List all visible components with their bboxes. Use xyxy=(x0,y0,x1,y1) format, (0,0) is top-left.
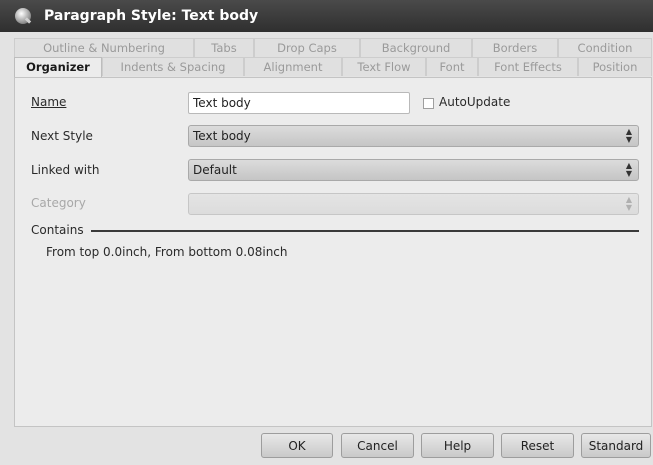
linked-with-dropdown[interactable]: Default ▲ ▼ xyxy=(188,159,639,181)
app-icon xyxy=(15,8,31,24)
tab-text-flow[interactable]: Text Flow xyxy=(342,57,426,76)
contains-text: From top 0.0inch, From bottom 0.08inch xyxy=(46,245,288,259)
contains-separator xyxy=(91,230,639,232)
tab-organizer[interactable]: Organizer xyxy=(14,57,102,78)
tab-indents-spacing[interactable]: Indents & Spacing xyxy=(102,57,244,76)
ok-button[interactable]: OK xyxy=(261,433,333,458)
cancel-button[interactable]: Cancel xyxy=(341,433,414,458)
autoupdate-checkbox[interactable] xyxy=(423,98,434,109)
organizer-panel: Name AutoUpdate Next Style Text body ▲▼ … xyxy=(14,77,652,427)
reset-button[interactable]: Reset xyxy=(501,433,574,458)
updown-arrows-icon: ▲ ▼ xyxy=(625,127,632,144)
paragraph-style-dialog: Paragraph Style: Text body Outline & Num… xyxy=(0,0,653,465)
tab-tabs[interactable]: Tabs xyxy=(194,38,254,57)
tab-background[interactable]: Background xyxy=(360,38,472,57)
updown-arrows-icon: ▲ ▼ xyxy=(625,195,632,212)
next-style-value: Text body xyxy=(193,129,251,143)
help-button[interactable]: Help xyxy=(421,433,494,458)
tab-outline-numbering[interactable]: Outline & Numbering xyxy=(14,38,194,57)
tab-borders[interactable]: Borders xyxy=(472,38,558,57)
tab-position[interactable]: Position xyxy=(578,57,652,76)
category-dropdown[interactable]: ▲ ▼ xyxy=(188,193,639,215)
linked-with-value: Default xyxy=(193,163,237,177)
tab-font-effects[interactable]: Font Effects xyxy=(478,57,578,76)
title-bar: Paragraph Style: Text body xyxy=(0,0,653,32)
category-label: Category xyxy=(31,196,86,210)
tab-drop-caps[interactable]: Drop Caps xyxy=(254,38,360,57)
autoupdate-label: AutoUpdate xyxy=(439,95,511,109)
contains-label: Contains xyxy=(31,223,84,237)
tab-alignment[interactable]: Alignment xyxy=(244,57,342,76)
window-title: Paragraph Style: Text body xyxy=(44,8,259,24)
tab-condition[interactable]: Condition xyxy=(558,38,652,57)
next-style-dropdown[interactable]: Text body ▲ ▼ xyxy=(188,125,639,147)
updown-arrows-icon: ▲ ▼ xyxy=(625,161,632,178)
linked-with-label: Linked with xyxy=(31,163,100,177)
name-input[interactable] xyxy=(188,92,410,114)
next-style-label: Next Style xyxy=(31,129,93,143)
name-label: Name xyxy=(31,95,67,109)
tab-font[interactable]: Font xyxy=(426,57,478,76)
standard-button[interactable]: Standard xyxy=(581,433,651,458)
